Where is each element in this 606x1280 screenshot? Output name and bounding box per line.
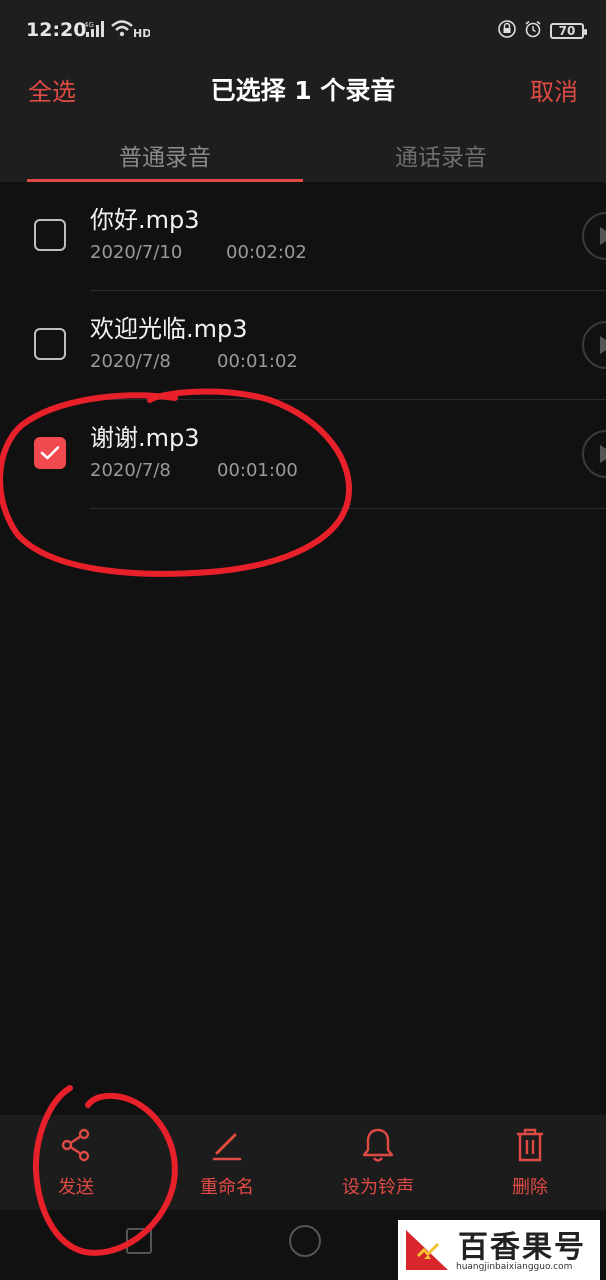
status-right-icons: 70 (498, 20, 587, 42)
alarm-icon (524, 20, 542, 42)
recording-date: 2020/7/8 (90, 460, 171, 481)
trash-icon (517, 1128, 543, 1162)
tab-call-recordings[interactable]: 通话录音 (303, 138, 579, 172)
delete-button[interactable]: 删除 (470, 1125, 590, 1199)
watermark-title: 百香果号 (458, 1230, 586, 1265)
battery-icon: 70 (550, 23, 587, 39)
wifi-icon: HD (110, 18, 151, 42)
recording-list: 你好.mp3 2020/7/10 00:02:02 欢迎光临.mp3 2020/… (0, 182, 606, 509)
recording-item[interactable]: 你好.mp3 2020/7/10 00:02:02 (0, 182, 606, 291)
share-label: 发送 (58, 1177, 94, 1198)
recording-name: 你好.mp3 (90, 206, 200, 234)
recording-item[interactable]: 谢谢.mp3 2020/7/8 00:01:00 (0, 400, 606, 509)
set-ringtone-button[interactable]: 设为铃声 (318, 1125, 438, 1199)
recording-tabs: 普通录音 通话录音 (0, 124, 606, 182)
recording-duration: 00:02:02 (226, 242, 307, 263)
ringtone-label: 设为铃声 (342, 1177, 414, 1198)
divider (90, 508, 606, 509)
wifi-hd-label: HD (133, 27, 150, 38)
delete-label: 删除 (512, 1177, 548, 1198)
status-bar: 12:20 4G HD 70 (0, 0, 606, 62)
status-left-icons: 4G HD (84, 18, 151, 42)
play-button[interactable] (582, 212, 606, 260)
check-icon (40, 446, 60, 460)
bell-icon (362, 1128, 394, 1162)
status-time: 12:20 (26, 19, 87, 41)
action-toolbar: 发送 重命名 设为铃声 删除 (0, 1115, 606, 1210)
item-checkbox[interactable] (34, 328, 66, 360)
recording-date: 2020/7/8 (90, 351, 171, 372)
item-checkbox[interactable] (34, 219, 66, 251)
watermark-logo (404, 1226, 450, 1272)
signal-icon: 4G (84, 20, 104, 42)
selection-header: 全选 已选择 1 个录音 取消 普通录音 通话录音 (0, 62, 606, 182)
select-all-button[interactable]: 全选 (28, 72, 76, 107)
tab-normal-recordings[interactable]: 普通录音 (27, 138, 303, 172)
recording-duration: 00:01:00 (217, 460, 298, 481)
recording-item[interactable]: 欢迎光临.mp3 2020/7/8 00:01:02 (0, 291, 606, 400)
item-checkbox-checked[interactable] (34, 437, 66, 469)
rename-button[interactable]: 重命名 (167, 1125, 287, 1199)
play-button[interactable] (582, 430, 606, 478)
rename-label: 重命名 (200, 1177, 254, 1198)
recording-duration: 00:01:02 (217, 351, 298, 372)
recent-apps-button[interactable] (126, 1228, 152, 1254)
pencil-icon (212, 1133, 242, 1161)
play-button[interactable] (582, 321, 606, 369)
recording-name: 谢谢.mp3 (90, 424, 200, 452)
lock-icon (498, 20, 516, 42)
recording-date: 2020/7/10 (90, 242, 183, 263)
page-title: 已选择 1 个录音 (210, 76, 396, 105)
network-type-label: 4G (84, 21, 94, 29)
share-button[interactable]: 发送 (16, 1125, 136, 1199)
share-icon (61, 1128, 90, 1162)
watermark: 百香果号 huangjinbaixiangguo.com (398, 1220, 600, 1280)
home-button[interactable] (289, 1225, 321, 1257)
watermark-url: huangjinbaixiangguo.com (456, 1262, 573, 1272)
recording-name: 欢迎光临.mp3 (90, 315, 248, 343)
cancel-button[interactable]: 取消 (530, 72, 578, 107)
